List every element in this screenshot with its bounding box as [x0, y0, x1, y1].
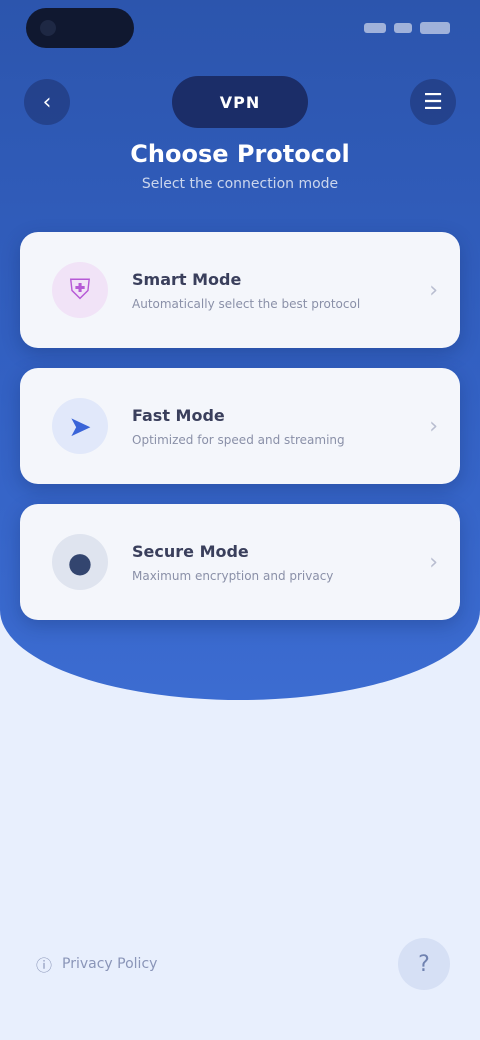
app-logo: VPN — [172, 76, 308, 128]
privacy-link[interactable]: ⓘ Privacy Policy — [36, 952, 157, 976]
option-description: Automatically select the best protocol — [132, 296, 361, 311]
option-title: Smart Mode — [132, 269, 242, 289]
help-button[interactable]: ? — [398, 938, 450, 990]
status-icons — [364, 22, 450, 34]
privacy-link-label: Privacy Policy — [62, 956, 158, 972]
page-subtitle: Select the connection mode — [141, 176, 339, 192]
chevron-right-icon: › — [429, 413, 438, 439]
logo-text: VPN — [219, 92, 261, 112]
option-text: Fast Mode Optimized for speed and stream… — [132, 406, 417, 447]
option-description: Optimized for speed and streaming — [132, 432, 345, 447]
menu-icon: ☰ — [423, 89, 443, 115]
option-title: Secure Mode — [132, 541, 249, 561]
camera-cutout — [26, 8, 134, 48]
info-icon: ⓘ — [36, 956, 53, 975]
wifi-icon — [394, 23, 412, 33]
back-arrow-icon: ‹ — [42, 89, 52, 115]
battery-icon — [420, 22, 450, 34]
bottom-bar: ⓘ Privacy Policy ? — [0, 936, 480, 992]
rocket-icon: ➤ — [52, 398, 108, 454]
options-list: ⛨ Smart Mode Automatically select the be… — [20, 232, 460, 640]
option-text: Secure Mode Maximum encryption and priva… — [132, 542, 417, 583]
chevron-right-icon: › — [429, 277, 438, 303]
page-title: Choose Protocol — [130, 140, 350, 168]
option-title: Fast Mode — [132, 405, 225, 425]
lock-icon: ● — [52, 534, 108, 590]
top-navigation: ‹ VPN ☰ — [0, 72, 480, 132]
chevron-right-icon: › — [429, 549, 438, 575]
back-button[interactable]: ‹ — [24, 79, 70, 125]
option-card-fast[interactable]: ➤ Fast Mode Optimized for speed and stre… — [20, 368, 460, 484]
status-bar — [0, 0, 480, 56]
menu-button[interactable]: ☰ — [410, 79, 456, 125]
help-icon: ? — [418, 951, 430, 977]
camera-icon — [40, 20, 56, 36]
option-text: Smart Mode Automatically select the best… — [132, 270, 417, 311]
shield-icon: ⛨ — [52, 262, 108, 318]
option-description: Maximum encryption and privacy — [132, 568, 334, 583]
option-card-secure[interactable]: ● Secure Mode Maximum encryption and pri… — [20, 504, 460, 620]
signal-icon — [364, 23, 386, 33]
option-card-smart[interactable]: ⛨ Smart Mode Automatically select the be… — [20, 232, 460, 348]
